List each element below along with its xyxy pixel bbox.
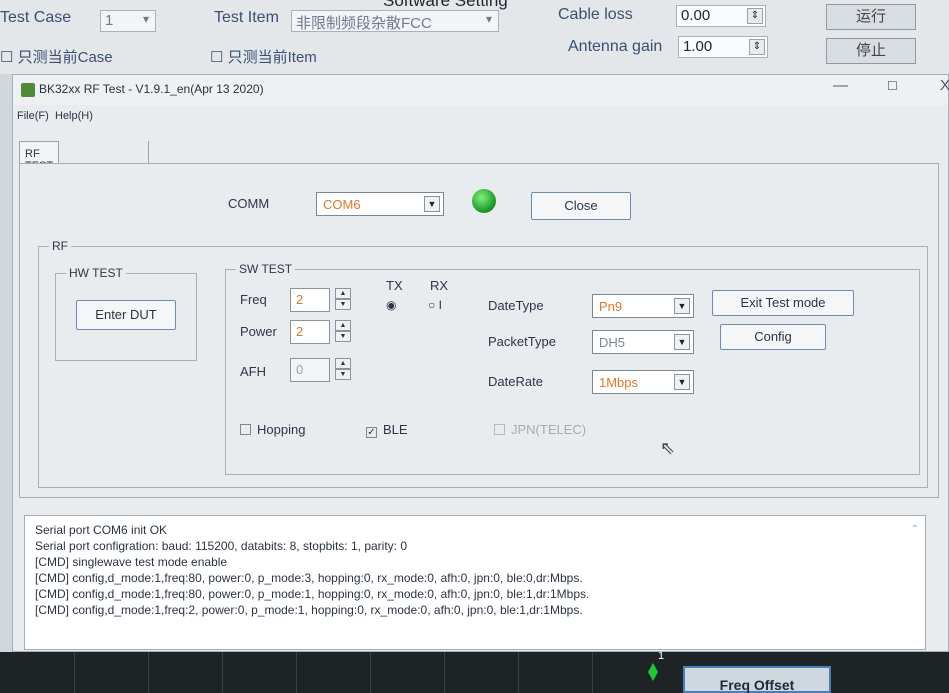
jpn-telec-checkbox[interactable]: JPN(TELEC) [494,422,586,437]
tab-empty[interactable] [99,141,149,165]
ble-checkbox[interactable]: ✓ BLE [366,422,408,438]
rx-radio[interactable]: ○ I [428,298,442,312]
marker-number: 1 [658,650,665,662]
spin-up-icon[interactable]: ▲ [335,288,351,299]
tx-label: TX [386,278,403,293]
title-bar: BK32xx RF Test - V1.9.1_en(Apr 13 2020) … [13,75,949,105]
grid-divider [296,652,297,693]
grid-divider [74,652,75,693]
menu-file[interactable]: File(F) [17,110,49,122]
grid-divider [370,652,371,693]
spin-down-icon[interactable]: ▼ [335,369,351,380]
log-line: [CMD] config,d_mode:1,freq:80, power:0, … [35,587,590,601]
test-case-label: Test Case [0,9,72,26]
menu-bar: File(F) Help(H) [13,105,948,127]
datetype-select[interactable]: Pn9 ▼ [592,294,694,318]
background-window: Software Setting Test Case 1 ▾ Test Item … [0,0,949,74]
power-input[interactable]: 2 ▲ ▼ [290,320,351,344]
log-line: Serial port configration: baud: 115200, … [35,539,408,553]
comm-port-select[interactable]: COM6 ▼ [316,192,444,216]
grid-divider [518,652,519,693]
antenna-gain-input[interactable]: 1.00 ⇕ [678,36,768,58]
hw-test-group: HW TEST Enter DUT [55,266,197,361]
chevron-down-icon: ▼ [674,374,690,390]
connection-status-led [472,189,496,213]
spin-up-icon[interactable]: ▲ [335,358,351,369]
datetype-label: DateType [488,298,544,313]
log-line: [CMD] config,d_mode:1,freq:2, power:0, p… [35,603,583,617]
sw-test-group: SW TEST Freq 2 ▲ ▼ Power 2 ▲ ▼ AFH 0 ▲ ▼ TX RX… [225,262,920,475]
scroll-up-icon[interactable]: ⌃ [911,522,919,538]
chevron-down-icon: ▼ [674,298,690,314]
freq-offset-button[interactable]: Freq Offset [683,666,831,693]
afh-label: AFH [240,364,266,379]
comm-label: COMM [228,196,270,211]
test-item-select[interactable]: 非限制频段杂散FCC ▾ [291,10,499,32]
minimize-button[interactable]: — [833,77,848,94]
test-case-select[interactable]: 1 ▾ [100,10,156,32]
chevron-down-icon: ▼ [424,196,440,212]
grid-divider [148,652,149,693]
mouse-cursor-icon: ⇖ [660,438,676,458]
menu-help[interactable]: Help(H) [55,110,93,122]
daterate-label: DateRate [488,374,543,389]
exit-test-mode-button[interactable]: Exit Test mode [712,290,854,316]
rf-group: RF HW TEST Enter DUT SW TEST Freq 2 ▲ ▼ Po… [38,239,928,488]
hopping-checkbox[interactable]: Hopping [240,422,305,437]
cable-loss-input[interactable]: 0.00 ⇕ [676,5,766,27]
app-icon [21,83,35,97]
enter-dut-button[interactable]: Enter DUT [76,300,176,330]
rf-test-panel: COMM COM6 ▼ Close RF HW TEST Enter DUT SW… [19,163,939,498]
packettype-select[interactable]: DH5 ▼ [592,330,694,354]
spin-up-icon[interactable]: ▲ [335,320,351,331]
tab-rf-test[interactable]: RF TEST [19,141,60,172]
checkbox-icon [240,424,251,435]
only-current-case-checkbox[interactable]: ☐ 只测当前Case [0,46,113,67]
packettype-label: PacketType [488,334,556,349]
afh-input[interactable]: 0 ▲ ▼ [290,358,351,382]
spin-icon[interactable]: ⇕ [747,8,763,24]
maximize-button[interactable]: ☐ [887,79,898,93]
grid-divider [592,652,593,693]
spin-down-icon[interactable]: ▼ [335,331,351,342]
chevron-down-icon: ▼ [674,334,690,350]
close-window-button[interactable]: X [940,77,949,94]
chevron-down-icon: ▾ [485,12,492,26]
freq-label: Freq [240,292,267,307]
tx-radio[interactable]: ◉ [386,298,396,312]
stop-button[interactable]: 停止 [826,38,916,64]
rx-label: RX [430,278,449,293]
antenna-gain-label: Antenna gain [568,38,663,55]
window-title: BK32xx RF Test - V1.9.1_en(Apr 13 2020) [39,82,264,96]
sw-test-label: SW TEST [236,262,296,276]
close-port-button[interactable]: Close [531,192,631,220]
log-output[interactable]: Serial port COM6 init OK Serial port con… [24,515,926,650]
daterate-select[interactable]: 1Mbps ▼ [592,370,694,394]
log-line: [CMD] config,d_mode:1,freq:80, power:0, … [35,571,583,585]
power-label: Power [240,324,277,339]
log-line: Serial port COM6 init OK [35,523,168,537]
hw-test-label: HW TEST [66,266,126,280]
run-button[interactable]: 运行 [826,4,916,30]
grid-divider [222,652,223,693]
cable-loss-label: Cable loss [558,6,633,23]
only-current-item-checkbox[interactable]: ☐ 只测当前Item [210,46,317,67]
config-button[interactable]: Config [720,324,826,350]
spin-icon[interactable]: ⇕ [749,39,765,55]
spin-down-icon[interactable]: ▼ [335,299,351,310]
grid-divider [444,652,445,693]
checkmark-icon: ✓ [366,427,377,438]
test-item-label: Test Item [214,9,279,26]
freq-input[interactable]: 2 ▲ ▼ [290,288,351,312]
rf-group-label: RF [49,239,71,253]
log-line: [CMD] singlewave test mode enable [35,555,228,569]
chevron-down-icon: ▾ [142,12,149,26]
checkbox-icon [494,424,505,435]
